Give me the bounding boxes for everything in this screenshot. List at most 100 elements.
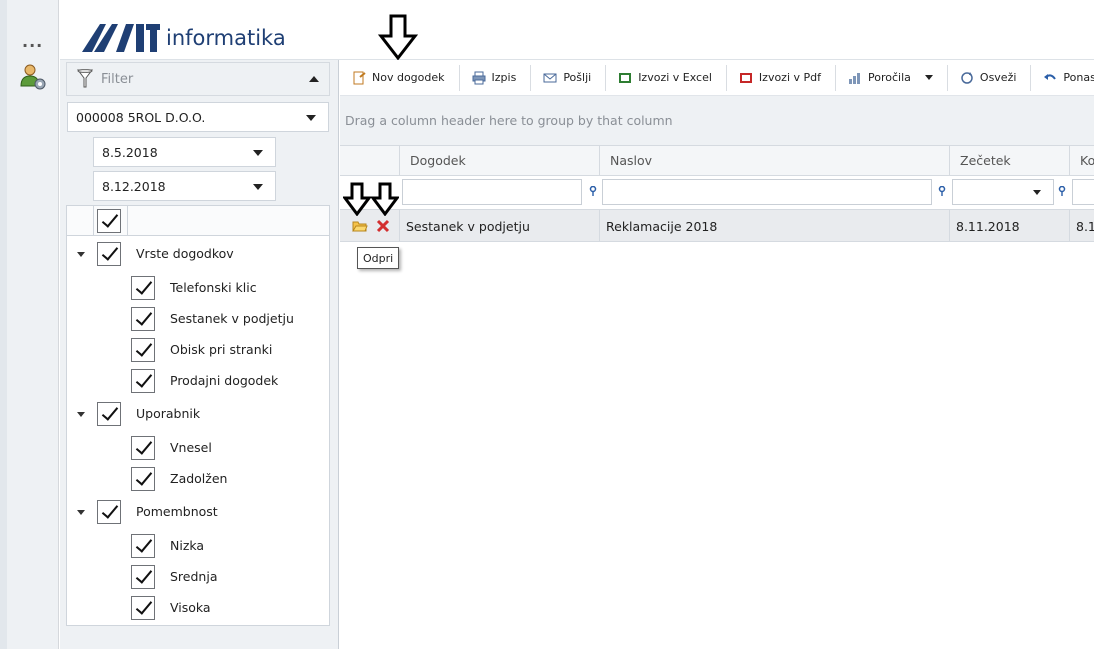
send-label: Pošlji xyxy=(563,71,592,84)
chevron-down-icon xyxy=(306,115,316,121)
column-header-label: Dogodek xyxy=(410,153,466,168)
reset-label: Ponasta xyxy=(1063,71,1094,84)
filter-input-dogodek[interactable] xyxy=(402,179,582,205)
new-document-icon xyxy=(353,71,366,84)
send-button[interactable]: Pošlji xyxy=(531,64,607,91)
tree-item-checkbox[interactable] xyxy=(131,307,155,331)
new-event-label: Nov dogodek xyxy=(372,71,445,84)
chevron-down-icon xyxy=(253,150,263,156)
tree-item-checkbox[interactable] xyxy=(131,467,155,491)
export-excel-button[interactable]: Izvozi v Excel xyxy=(606,64,727,91)
logo-text: informatika xyxy=(166,26,286,50)
user-settings-icon[interactable] xyxy=(18,62,48,92)
export-pdf-button[interactable]: Izvozi v Pdf xyxy=(727,64,837,91)
tree-header xyxy=(67,206,329,236)
column-header-zacetek[interactable]: Zečetek xyxy=(950,146,1070,176)
tree-item-checkbox[interactable] xyxy=(131,276,155,300)
collapse-caret-icon[interactable] xyxy=(309,76,319,82)
app-header: informatika xyxy=(60,0,1094,60)
tree-item-label: Vnesel xyxy=(170,440,212,455)
divider xyxy=(127,206,128,236)
filter-header[interactable]: Filter xyxy=(66,62,330,96)
group-checkbox[interactable] xyxy=(97,242,121,266)
tree-item-label: Visoka xyxy=(170,600,211,615)
column-header-label: Ko xyxy=(1080,153,1094,168)
tree-group-label: Pomembnost xyxy=(136,504,218,519)
print-label: Izpis xyxy=(491,71,517,84)
chevron-down-icon xyxy=(1033,190,1041,195)
table-row[interactable]: Sestanek v podjetju Reklamacije 2018 8.1… xyxy=(340,210,1094,242)
column-header-konec[interactable]: Ko xyxy=(1070,146,1094,176)
refresh-label: Osveži xyxy=(979,71,1017,84)
tree-item-label: Obisk pri stranki xyxy=(170,342,273,357)
filter-input-konec[interactable] xyxy=(1072,179,1094,205)
refresh-icon xyxy=(961,71,973,84)
group-by-panel[interactable]: Drag a column header here to group by th… xyxy=(340,96,1094,146)
filter-label: Filter xyxy=(101,71,134,87)
open-folder-icon[interactable] xyxy=(352,219,368,233)
envelope-icon xyxy=(543,73,557,82)
left-rail: ... xyxy=(0,0,59,649)
tree-item-checkbox[interactable] xyxy=(131,534,155,558)
tree-item-label: Sestanek v podjetju xyxy=(170,311,294,326)
annotation-arrow-icon xyxy=(343,182,371,216)
expand-caret-icon[interactable] xyxy=(77,412,85,417)
cell-zacetek: 8.11.2018 xyxy=(950,210,1070,242)
tree-item-checkbox[interactable] xyxy=(131,338,155,362)
reports-label: Poročila xyxy=(868,71,911,84)
reset-button[interactable]: Ponasta xyxy=(1031,65,1094,91)
print-button[interactable]: Izpis xyxy=(460,64,532,91)
column-header-label: Naslov xyxy=(610,153,653,168)
date-from-value: 8.5.2018 xyxy=(102,144,158,160)
company-dropdown[interactable]: 000008 5ROL D.O.O. xyxy=(67,102,329,132)
pdf-icon xyxy=(739,72,752,83)
tree-item-label: Telefonski klic xyxy=(170,280,257,295)
funnel-icon xyxy=(77,69,93,88)
column-header-label: Zečetek xyxy=(960,153,1011,168)
annotation-arrow-icon xyxy=(371,182,399,216)
filter-date-zacetek[interactable] xyxy=(952,179,1054,205)
group-checkbox[interactable] xyxy=(97,402,121,426)
column-header-dogodek[interactable]: Dogodek xyxy=(400,146,600,176)
tooltip: Odpri xyxy=(357,247,400,269)
more-menu-icon[interactable]: ... xyxy=(22,32,43,51)
mit-logo-mark xyxy=(82,24,160,52)
cell-dogodek: Sestanek v podjetju xyxy=(400,210,600,242)
filter-input-naslov[interactable] xyxy=(602,179,932,205)
filter-options-icon[interactable] xyxy=(938,186,946,196)
toolbar: Nov dogodek Izpis Pošlji Izvozi v Excel … xyxy=(340,60,1094,96)
date-to-value: 8.12.2018 xyxy=(102,178,166,194)
refresh-button[interactable]: Osveži xyxy=(948,64,1032,91)
expand-caret-icon[interactable] xyxy=(77,510,85,515)
filter-tree: Vrste dogodkov Telefonski klic Sestanek … xyxy=(66,205,330,626)
column-header-naslov[interactable]: Naslov xyxy=(600,146,950,176)
filter-options-icon[interactable] xyxy=(589,186,597,196)
tree-group-label: Vrste dogodkov xyxy=(136,246,234,261)
tree-group-label: Uporabnik xyxy=(136,406,201,421)
tree-item-checkbox[interactable] xyxy=(131,436,155,460)
select-all-checkbox[interactable] xyxy=(97,209,121,233)
date-from-dropdown[interactable]: 8.5.2018 xyxy=(93,137,276,167)
chevron-down-icon[interactable] xyxy=(924,75,933,80)
new-event-button[interactable]: Nov dogodek xyxy=(340,64,460,91)
chevron-down-icon xyxy=(253,184,263,190)
filter-row xyxy=(340,176,1094,210)
annotation-arrow-icon xyxy=(378,14,418,60)
reports-dropdown-button[interactable]: Poročila xyxy=(836,64,948,91)
tree-item-label: Srednja xyxy=(170,569,218,584)
tree-item-checkbox[interactable] xyxy=(131,596,155,620)
main-area: Nov dogodek Izpis Pošlji Izvozi v Excel … xyxy=(340,60,1094,649)
delete-x-icon[interactable] xyxy=(376,219,390,233)
bar-chart-icon xyxy=(849,72,861,84)
cell-naslov: Reklamacije 2018 xyxy=(600,210,950,242)
date-to-dropdown[interactable]: 8.12.2018 xyxy=(93,171,276,201)
tree-item-checkbox[interactable] xyxy=(131,369,155,393)
expand-caret-icon[interactable] xyxy=(77,252,85,257)
export-excel-label: Izvozi v Excel xyxy=(638,71,712,84)
filter-options-icon[interactable] xyxy=(1058,186,1066,196)
tree-item-checkbox[interactable] xyxy=(131,565,155,589)
tree-item-label: Prodajni dogodek xyxy=(170,373,279,388)
group-checkbox[interactable] xyxy=(97,500,121,524)
company-logo: informatika xyxy=(82,12,286,52)
divider xyxy=(93,206,94,236)
